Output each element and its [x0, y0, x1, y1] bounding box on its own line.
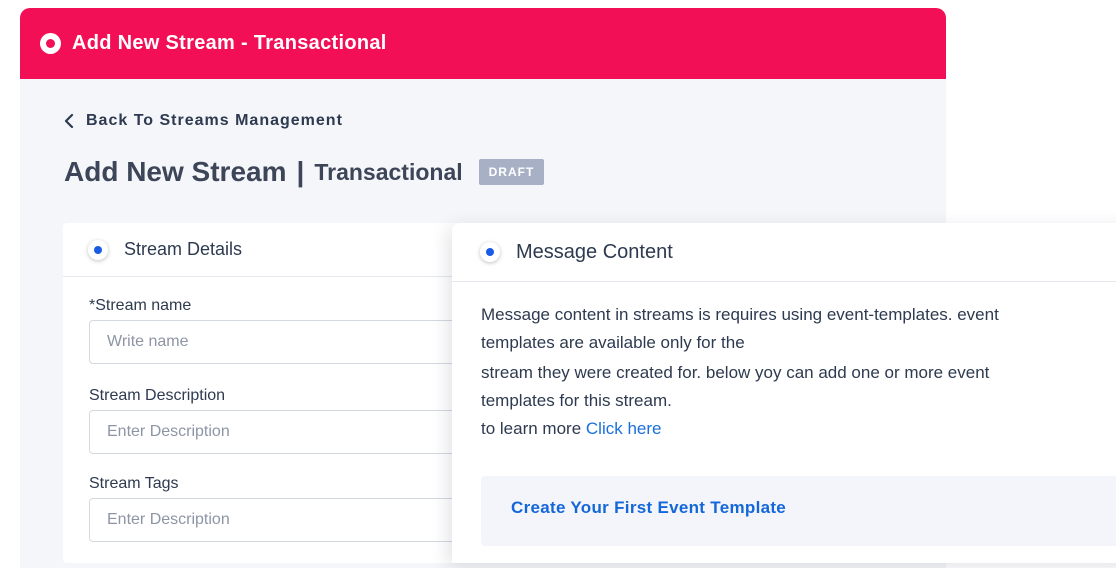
description-line: templates are available only for the	[481, 333, 745, 352]
back-link-label: Back To Streams Management	[86, 112, 343, 129]
stream-name-input[interactable]	[89, 320, 469, 364]
description-line: stream they were created for. below yoy …	[481, 363, 990, 382]
description-line: templates for this stream.	[481, 391, 672, 410]
status-badge: DRAFT	[478, 159, 545, 185]
page-title-main: Add New Stream	[64, 156, 287, 187]
description-line: Message content in streams is requires u…	[481, 305, 999, 324]
learn-more-text: to learn more	[481, 419, 582, 438]
stream-details-title: Stream Details	[124, 239, 243, 259]
stream-name-label: *Stream name	[89, 297, 192, 314]
stream-description-label: Stream Description	[89, 387, 226, 404]
record-icon	[40, 33, 61, 54]
create-template-area: Create Your First Event Template	[481, 476, 1116, 546]
page-title: Add New Stream | Transactional DRAFT	[64, 156, 545, 188]
stream-details-header: Stream Details	[63, 223, 483, 277]
message-content-header: Message Content	[452, 223, 1116, 282]
step-dot-icon	[480, 242, 500, 262]
page-title-sub: Transactional	[314, 158, 463, 185]
message-content-card: Message Content Message content in strea…	[452, 223, 1116, 563]
chevron-left-icon	[64, 113, 74, 129]
stream-tags-label: Stream Tags	[89, 475, 179, 492]
step-dot-icon	[88, 239, 108, 260]
message-content-title: Message Content	[516, 240, 673, 263]
stream-details-card: Stream Details *Stream name Stream Descr…	[63, 223, 483, 563]
back-to-streams-link[interactable]: Back To Streams Management	[64, 112, 343, 130]
stream-description-input[interactable]	[89, 410, 469, 454]
header-title: Add New Stream - Transactional	[72, 32, 387, 54]
stream-tags-input[interactable]	[89, 498, 469, 542]
page-title-separator: |	[296, 156, 305, 187]
click-here-link[interactable]: Click here	[586, 419, 662, 438]
learn-more-line: to learn more Click here	[481, 415, 1041, 443]
message-content-description: Message content in streams is requires u…	[481, 301, 1041, 443]
create-event-template-button[interactable]: Create Your First Event Template	[511, 498, 786, 518]
header-bar: Add New Stream - Transactional	[20, 8, 946, 79]
